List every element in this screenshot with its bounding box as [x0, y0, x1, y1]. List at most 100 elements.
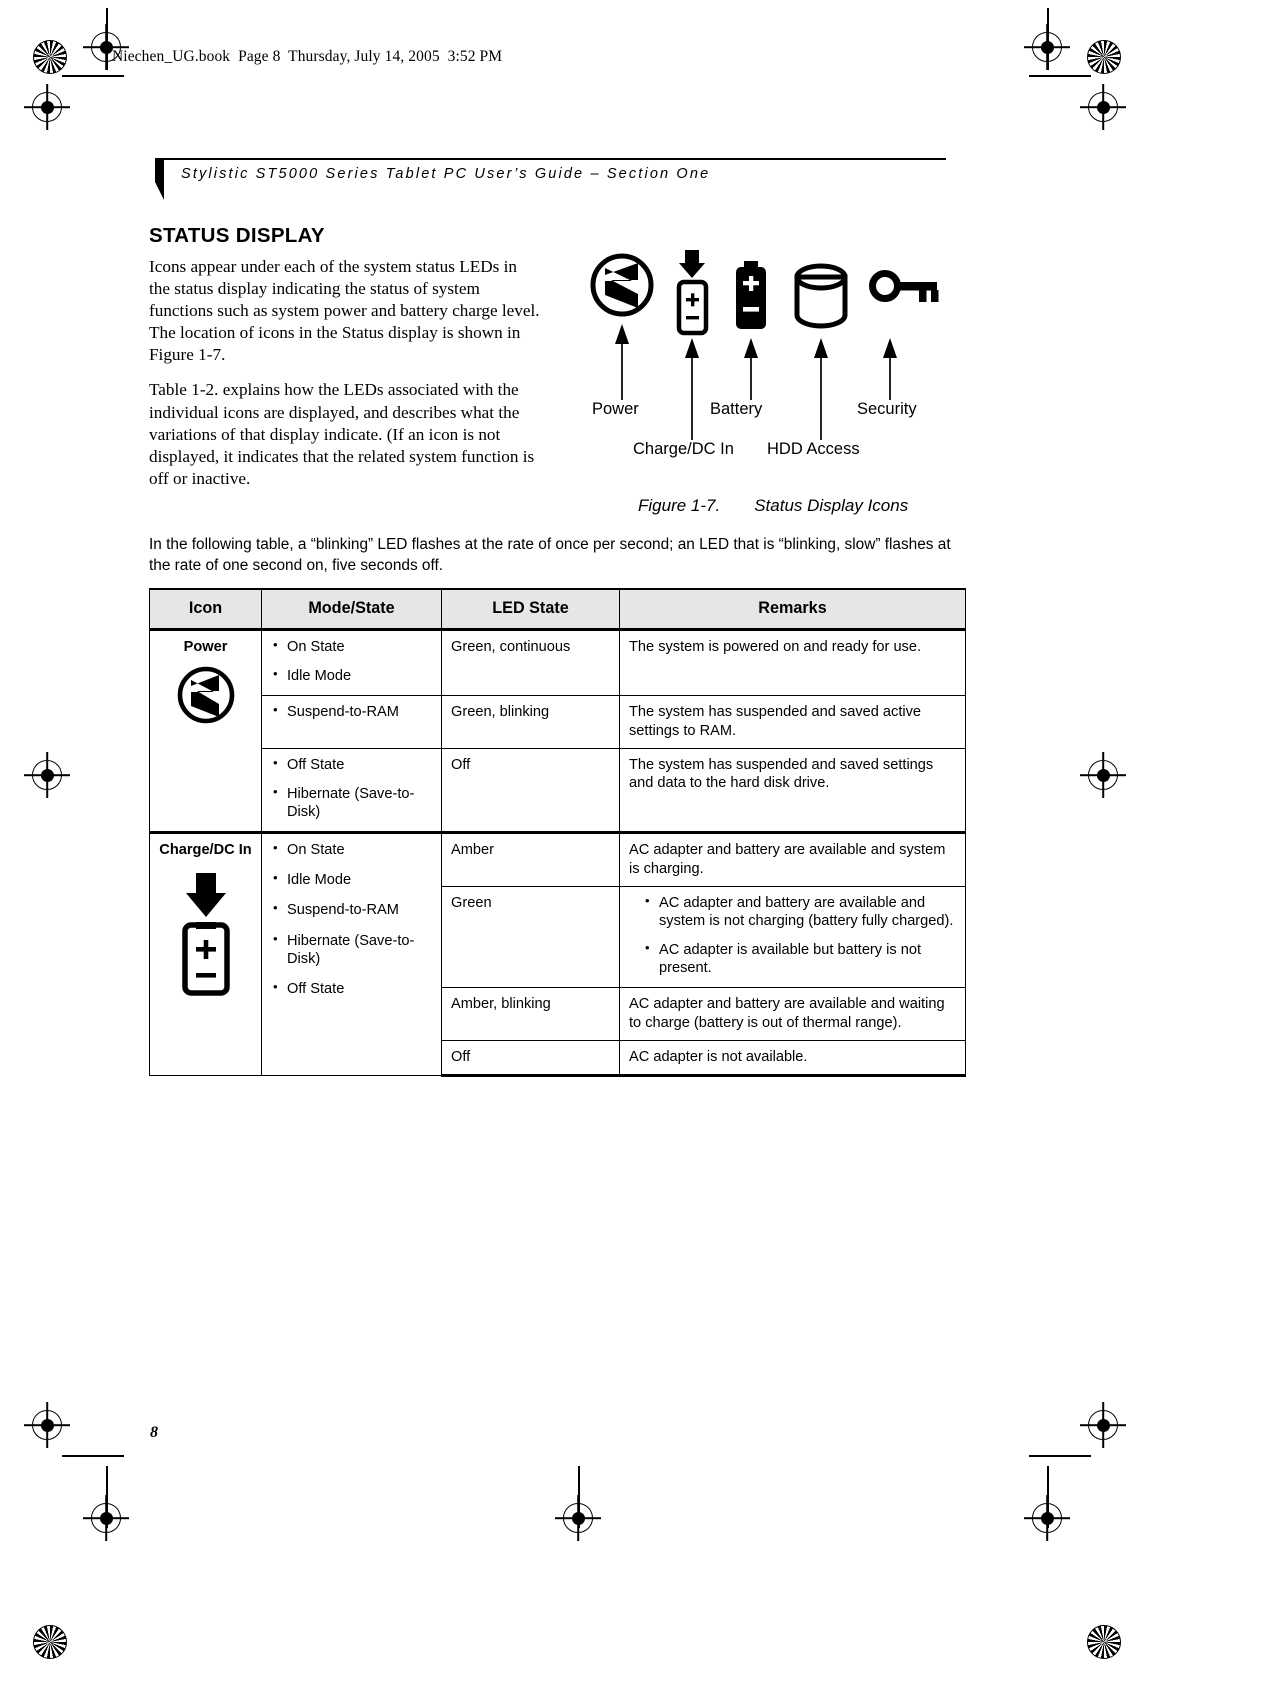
running-head-rule — [163, 158, 946, 161]
leader-arrow-charge-dc-in — [685, 338, 699, 440]
leader-arrow-hdd-access — [814, 338, 828, 440]
security-key-icon — [869, 270, 939, 302]
leader-arrow-power — [615, 324, 629, 400]
mode-state-list: On State Idle Mode — [271, 637, 432, 685]
list-item: On State — [271, 840, 432, 859]
remarks-cell: The system has suspended and saved activ… — [619, 695, 966, 749]
registration-star-top-left — [33, 40, 67, 74]
running-head-flag-icon — [155, 158, 171, 205]
icon-cell-label-power: Power — [183, 639, 228, 655]
registration-star-bottom-right — [1087, 1625, 1121, 1659]
remarks-list: AC adapter and battery are available and… — [629, 893, 956, 977]
list-item: Off State — [271, 979, 432, 998]
column-header-remarks: Remarks — [619, 588, 966, 631]
led-state-cell: Off — [441, 1040, 620, 1078]
registration-star-bottom-left — [33, 1625, 67, 1659]
led-state-cell: Green, continuous — [441, 628, 620, 697]
column-header-mode-state: Mode/State — [261, 588, 442, 631]
led-state-cell: Green — [441, 885, 620, 989]
list-item: Suspend-to-RAM — [271, 702, 432, 721]
mode-state-cell: On State Idle Mode Suspend-to-RAM Hibern… — [261, 831, 442, 1077]
list-item: Hibernate (Save-to-Disk) — [271, 784, 432, 821]
trim-mark-top-left-h — [62, 75, 124, 77]
led-state-cell: Amber, blinking — [441, 987, 620, 1042]
list-item: Suspend-to-RAM — [271, 900, 432, 919]
column-header-icon: Icon — [149, 588, 262, 631]
list-item: Hibernate (Save-to-Disk) — [271, 930, 432, 968]
icon-cell-charge-dc-in: Charge/DC In — [149, 831, 262, 1077]
table-row: Suspend-to-RAM Green, blinking The syste… — [150, 695, 966, 749]
trim-mark-top-right-v — [1047, 8, 1049, 70]
figure-caption-title: Status Display Icons — [754, 496, 909, 515]
trim-mark-bottom-right-h — [1029, 1455, 1091, 1457]
figure-label-charge-dc-in: Charge/DC In — [633, 440, 734, 458]
hdd-access-icon — [794, 263, 848, 329]
running-head-title: Stylistic ST5000 Series Tablet PC User’s… — [181, 166, 711, 182]
figure-caption: Figure 1-7. Status Display Icons — [638, 496, 908, 516]
mode-state-cell: Off State Hibernate (Save-to-Disk) — [261, 747, 442, 834]
body-paragraph-2: Table 1-2. explains how the LEDs associa… — [149, 380, 535, 488]
trim-mark-bottom-left-v — [106, 1466, 108, 1528]
charge-dc-in-icon — [181, 873, 230, 996]
list-item: Idle Mode — [271, 870, 432, 889]
list-item: Off State — [271, 755, 432, 774]
icon-cell-label-charge-dc-in: Charge/DC In — [159, 842, 252, 859]
list-item: Idle Mode — [271, 666, 432, 685]
body-paragraph-1: Icons appear under each of the system st… — [149, 257, 540, 365]
table-row: Charge/DC In On State Idle Mode Sus — [149, 831, 966, 1077]
document-page: Niechen_UG.book Page 8 Thursday, July 14… — [0, 0, 1263, 1706]
figure-label-battery: Battery — [710, 400, 763, 418]
registration-star-top-right — [1087, 40, 1121, 74]
trim-mark-center-bottom-v — [578, 1466, 580, 1528]
icon-cell-power: Power — [149, 628, 262, 834]
remarks-cell: AC adapter is not available. — [619, 1040, 966, 1078]
remarks-cell: The system has suspended and saved setti… — [619, 747, 966, 834]
registration-target-top-right — [1088, 92, 1118, 122]
led-state-cell: Green, blinking — [441, 695, 620, 749]
column-header-led-state: LED State — [441, 588, 620, 631]
table-header-row: Icon Mode/State LED State Remarks — [149, 588, 966, 631]
charge-dc-in-icon — [676, 250, 709, 336]
figure-label-security: Security — [857, 400, 917, 418]
page-number: 8 — [150, 1424, 158, 1441]
list-item: AC adapter is available but battery is n… — [643, 940, 956, 977]
figure-caption-number: Figure 1-7. — [638, 496, 721, 515]
trim-mark-bottom-right-v — [1047, 1466, 1049, 1528]
figure-label-power: Power — [592, 400, 639, 418]
remarks-cell: AC adapter and battery are available and… — [619, 885, 966, 989]
table-intro-paragraph: In the following table, a “blinking” LED… — [149, 536, 951, 574]
leader-arrow-battery — [744, 338, 758, 400]
mode-state-list: Off State Hibernate (Save-to-Disk) — [271, 755, 432, 821]
figure-label-hdd-access: HDD Access — [767, 440, 860, 458]
trim-mark-bottom-left-h — [62, 1455, 124, 1457]
mode-state-list: On State Idle Mode Suspend-to-RAM Hibern… — [271, 840, 432, 998]
registration-target-mid-left — [32, 760, 62, 790]
body-text-column: Icons appear under each of the system st… — [149, 256, 541, 503]
list-item: AC adapter and battery are available and… — [643, 893, 956, 930]
list-item: On State — [271, 637, 432, 656]
figure-status-display-icons: Power Battery Security Charge/DC In HDD … — [575, 248, 975, 473]
led-state-cell: Amber — [441, 831, 620, 887]
power-icon — [590, 253, 654, 317]
registration-target-top-left — [32, 92, 62, 122]
table-row: Off State Hibernate (Save-to-Disk) Off T… — [150, 747, 966, 834]
trim-mark-top-right-h — [1029, 75, 1091, 77]
mode-state-cell: On State Idle Mode — [261, 628, 442, 697]
leader-arrow-security — [883, 338, 897, 400]
status-led-table: Icon Mode/State LED State Remarks Power — [149, 588, 966, 1078]
mode-state-list: Suspend-to-RAM — [271, 702, 432, 721]
registration-target-lower-right — [1088, 1410, 1118, 1440]
page-title: STATUS DISPLAY — [149, 224, 325, 247]
remarks-cell: The system is powered on and ready for u… — [619, 628, 966, 697]
trim-mark-top-left-v — [106, 8, 108, 70]
registration-target-mid-right — [1088, 760, 1118, 790]
power-icon — [177, 666, 234, 724]
mode-state-cell: Suspend-to-RAM — [261, 695, 442, 749]
remarks-cell: AC adapter and battery are available and… — [619, 987, 966, 1042]
book-header-line: Niechen_UG.book Page 8 Thursday, July 14… — [112, 48, 503, 65]
led-state-cell: Off — [441, 747, 620, 834]
battery-icon — [736, 261, 766, 329]
remarks-cell: AC adapter and battery are available and… — [619, 831, 966, 887]
registration-target-lower-left — [32, 1410, 62, 1440]
table-row: Power On State Idle Mode Green, continuo… — [149, 628, 966, 834]
